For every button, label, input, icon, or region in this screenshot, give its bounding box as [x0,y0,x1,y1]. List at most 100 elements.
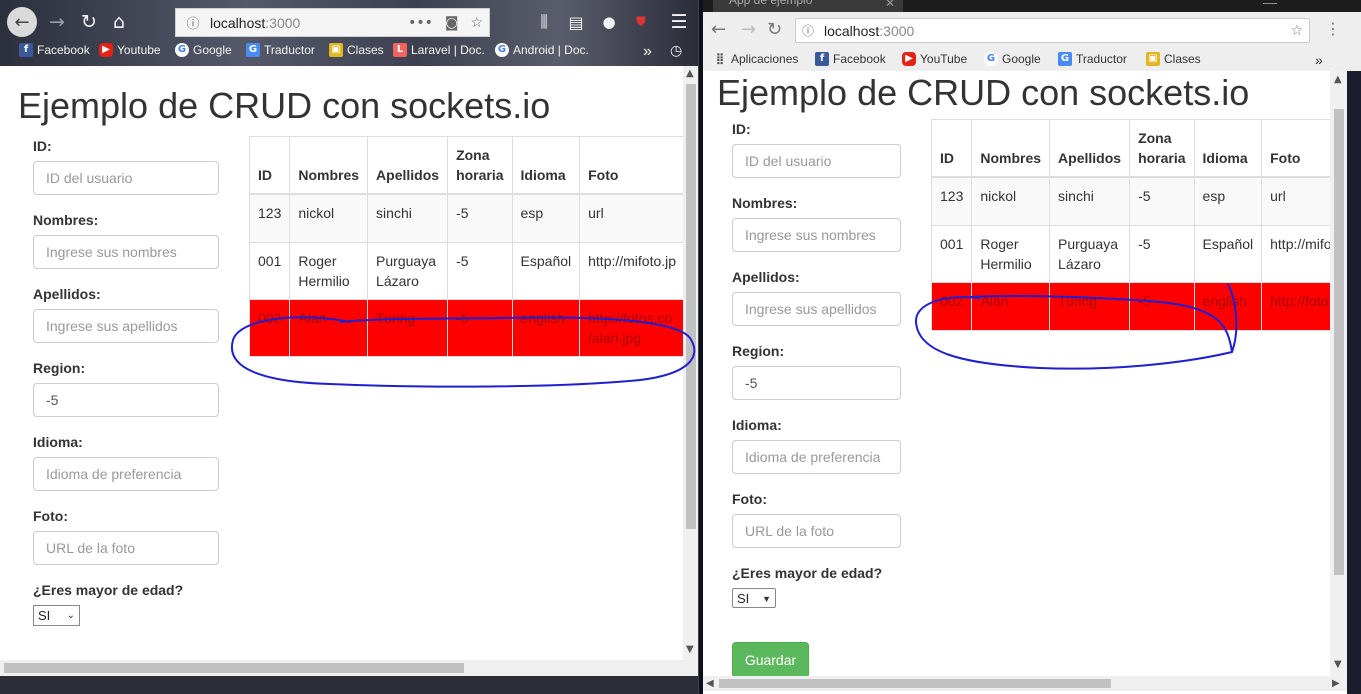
info-icon[interactable]: ⓘ [182,13,204,32]
cell-zona: -5 [447,241,513,300]
chevron-down-icon: ⌄ [66,610,75,621]
nombres-input[interactable]: Ingrese sus nombres [732,218,901,252]
id-input[interactable]: ID del usuario [732,144,901,178]
bookmarks-overflow-icon[interactable]: » [643,43,652,61]
close-tab-icon[interactable]: ✕ [885,0,895,10]
cell-nombres: nickol [971,176,1051,226]
page-actions-icon[interactable]: ••• [408,15,433,31]
table-row-highlighted[interactable]: 002 Alan Turing -5 english http://fotos.… [248,298,686,357]
scroll-left-icon[interactable]: ◀ [706,678,714,689]
ublock-icon[interactable]: ⛊ [630,9,652,35]
nombres-label: Nombres: [33,212,99,228]
browser-tab[interactable]: App de ejemplo [713,0,903,12]
table-row[interactable]: 001 Roger Hermilio Purguaya Lázaro -5 Espa… [930,224,1330,283]
url-bar[interactable]: ⓘ localhost:3000 ••• ◙ ☆ [175,8,490,37]
idioma-label: Idioma: [33,434,83,450]
google-icon: G [175,43,189,57]
bookmark-star-icon[interactable]: ☆ [1290,23,1303,39]
bookmarks-overflow-icon[interactable]: » [1315,52,1323,68]
bookmark-apps[interactable]: ⣿ Aplicaciones [713,52,799,66]
vertical-scrollbar[interactable]: ▲ ▼ [683,66,698,660]
bookmark-traductor[interactable]: G Traductor [1058,52,1127,66]
cell-apellidos: sinchi [1049,176,1131,226]
bookmark-clases[interactable]: ▣ Clases [1146,52,1201,66]
apellidos-input[interactable]: Ingrese sus apellidos [732,292,901,326]
table-row[interactable]: 123 nickol sinchi -5 esp url [930,176,1330,226]
bookmark-youtube[interactable]: ▶ YouTube [902,52,967,66]
bookmark-clases[interactable]: ▣ Clases [329,43,384,57]
col-idioma: Idioma [1193,119,1263,178]
cell-apellidos: Purguaya Lázaro [1049,224,1131,283]
library-icon[interactable]: ⫼ [533,9,555,35]
bookmark-label: Google [1002,52,1041,66]
mayor-select[interactable]: SI ▼ [732,588,776,608]
back-icon[interactable]: ← [711,19,726,40]
col-zona-line2: horaria [1138,150,1186,166]
vertical-scrollbar[interactable]: ▲ ▼ [1330,71,1347,676]
reload-icon[interactable]: ↻ [767,19,782,40]
scroll-down-icon[interactable]: ▼ [1334,659,1342,670]
scrollbar-thumb[interactable] [1334,109,1344,575]
horizontal-scrollbar[interactable] [0,660,698,676]
scrollbar-thumb[interactable] [719,679,1111,688]
bookmark-label: Android | Doc. [513,43,589,57]
minimize-icon[interactable]: — [1263,0,1277,10]
pocket-icon[interactable]: ◙ [445,15,459,31]
foto-input[interactable]: URL de la foto [732,514,901,548]
reload-icon[interactable]: ↻ [76,9,102,35]
bookmark-android[interactable]: G Android | Doc. [495,43,589,57]
scrollbar-thumb[interactable] [686,84,696,529]
nombres-input[interactable]: Ingrese sus nombres [33,235,219,269]
id-input[interactable]: ID del usuario [33,161,219,195]
url-bar[interactable]: ⓘ localhost:3000 ☆ [795,18,1310,43]
scrollbar-thumb[interactable] [4,663,464,673]
menu-icon[interactable]: ☰ [668,9,690,35]
cell-id: 001 [930,224,973,283]
bookmark-label: Youtube [117,43,161,57]
bookmark-traductor[interactable]: G Traductor [246,43,315,57]
bookmark-facebook[interactable]: f Facebook [815,52,886,66]
apellidos-label: Apellidos: [732,269,800,285]
info-icon[interactable]: ⓘ [802,22,820,39]
bookmark-google[interactable]: G Google [175,43,232,57]
home-icon[interactable]: ⌂ [106,9,132,35]
bookmark-star-icon[interactable]: ☆ [470,15,483,31]
back-icon[interactable]: ← [7,7,37,37]
bookmark-label: Clases [1164,52,1201,66]
bookmark-laravel[interactable]: L Laravel | Doc. [393,43,485,57]
page-title: Ejemplo de CRUD con sockets.io [18,85,551,126]
chat-icon[interactable]: ● [598,9,620,35]
sidebar-icon[interactable]: ▤ [565,9,587,35]
table-row-highlighted[interactable]: 002 Alan Turing -5 english http://foto [930,281,1330,331]
tab-strip: App de ejemplo ✕ — [703,0,1361,12]
save-button[interactable]: Guardar [732,642,809,676]
foto-input[interactable]: URL de la foto [33,531,219,565]
history-icon[interactable]: ◷ [670,43,682,59]
scroll-down-icon[interactable]: ▼ [686,644,694,655]
idioma-input[interactable]: Idioma de preferencia [732,440,901,474]
region-input[interactable]: -5 [732,366,901,400]
cell-idioma: Español [511,241,581,300]
window-bottom-edge [0,676,698,694]
users-table: ID Nombres Apellidos Zona horaria Idioma … [930,119,1330,331]
apellidos-input[interactable]: Ingrese sus apellidos [33,309,219,343]
table-row[interactable]: 123 nickol sinchi -5 esp url [248,193,686,243]
bookmark-google[interactable]: G Google [984,52,1041,66]
idioma-input[interactable]: Idioma de preferencia [33,457,219,491]
scroll-right-icon[interactable]: ▶ [1332,678,1340,689]
mayor-select[interactable]: SI ⌄ [33,605,80,626]
mayor-label: ¿Eres mayor de edad? [732,565,883,581]
table-row[interactable]: 001 Roger Hermilio Purguaya Lázaro -5 Espa… [248,241,686,300]
table-header-row: ID Nombres Apellidos Zona horaria Idioma … [930,119,1330,178]
scroll-up-icon[interactable]: ▲ [1334,74,1342,85]
menu-icon[interactable]: ⋮ [1325,19,1341,38]
scroll-up-icon[interactable]: ▲ [686,68,694,79]
forward-icon[interactable]: → [44,9,70,35]
horizontal-scrollbar[interactable]: ◀ ▶ [703,676,1347,691]
bookmark-youtube[interactable]: ▶ Youtube [99,43,161,57]
region-input[interactable]: -5 [33,383,219,417]
forward-icon[interactable]: → [741,19,756,40]
col-nombres: Nombres [289,136,369,195]
bookmark-facebook[interactable]: f Facebook [19,43,90,57]
url-host: localhost [210,14,266,31]
